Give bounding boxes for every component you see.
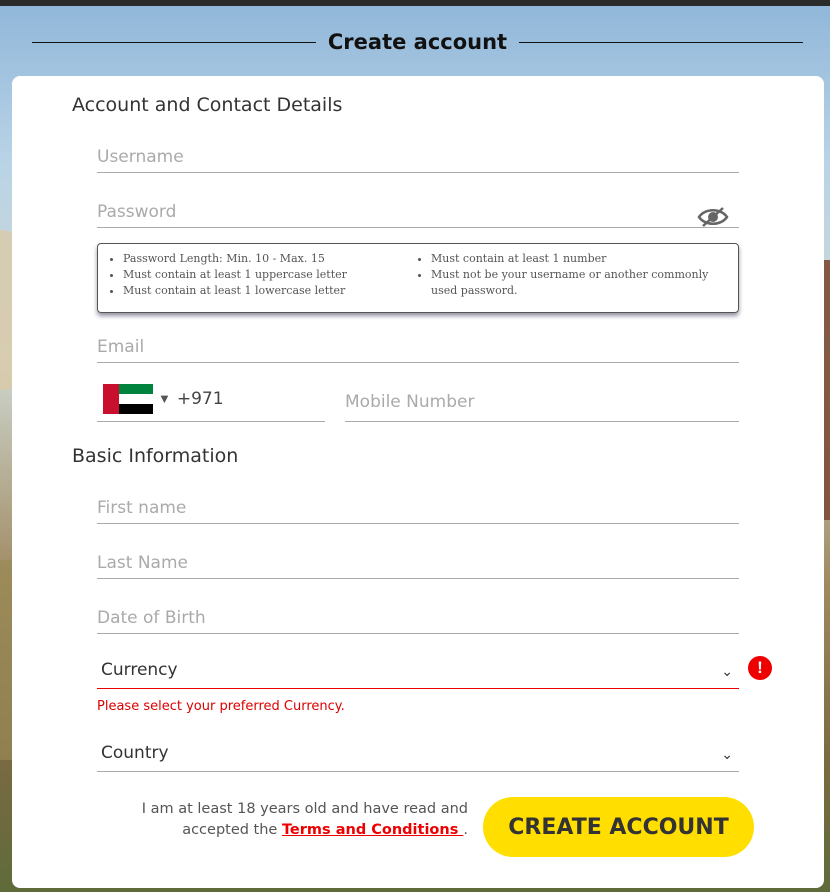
currency-error-message: Please select your preferred Currency. [97,699,345,714]
password-rules-box: Password Length: Min. 10 - Max. 15 Must … [97,243,739,313]
currency-select-label: Currency [101,660,178,680]
country-code-selector[interactable]: ▼ +971 [97,376,325,422]
currency-select[interactable]: Currency ⌄ [97,647,739,689]
username-input[interactable] [97,129,739,172]
email-input[interactable] [97,319,739,362]
header-divider-right [519,41,803,43]
password-input[interactable] [97,184,739,227]
password-rule: Password Length: Min. 10 - Max. 15 [123,251,416,267]
section-title-account: Account and Contact Details [72,94,343,116]
page-title: Create account [327,30,508,54]
first-name-field[interactable] [97,480,739,524]
caret-down-icon: ▼ [158,391,171,406]
page-header: Create account [32,26,803,58]
password-rule: Must contain at least 1 lowercase letter [123,283,416,299]
uae-flag-icon [103,383,153,414]
top-bar [0,0,830,6]
header-divider-left [32,41,316,43]
username-field[interactable] [97,129,739,173]
country-select-label: Country [101,743,169,763]
terms-text: I am at least 18 years old and have read… [132,799,468,841]
terms-link[interactable]: Terms and Conditions [282,822,463,838]
dob-input[interactable] [97,590,739,633]
password-field[interactable] [97,184,739,228]
eye-slash-icon[interactable] [697,206,729,233]
chevron-down-icon: ⌄ [721,747,733,763]
mobile-input[interactable] [345,376,739,421]
mobile-field[interactable] [345,376,739,422]
terms-suffix: . [463,822,468,838]
country-select[interactable]: Country ⌄ [97,730,739,772]
password-rules-list: Password Length: Min. 10 - Max. 15 Must … [108,251,416,312]
chevron-down-icon: ⌄ [721,664,733,680]
email-field[interactable] [97,319,739,363]
error-icon: ! [748,656,772,680]
last-name-input[interactable] [97,535,739,578]
dob-field[interactable] [97,590,739,634]
password-rule: Must contain at least 1 number [431,251,716,267]
registration-form: Account and Contact Details Password Len… [12,76,824,888]
create-account-button[interactable]: CREATE ACCOUNT [483,797,754,857]
section-title-basic: Basic Information [72,445,239,467]
password-rule: Must contain at least 1 uppercase letter [123,267,416,283]
dial-code: +971 [176,388,224,409]
password-rule: Must not be your username or another com… [431,267,716,299]
first-name-input[interactable] [97,480,739,523]
last-name-field[interactable] [97,535,739,579]
password-rules-list: Must contain at least 1 number Must not … [416,251,716,312]
